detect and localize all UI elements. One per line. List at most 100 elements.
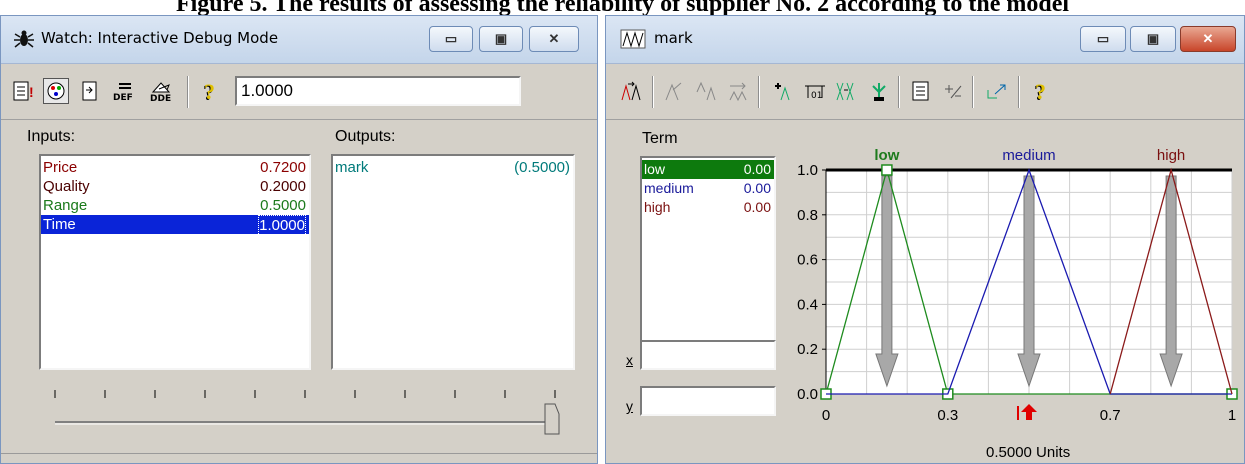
mark-titlebar[interactable]: mark ▭ ▣ ✕: [606, 16, 1244, 64]
term-row[interactable]: low 0.00: [642, 160, 774, 179]
mark-title: mark: [654, 29, 693, 47]
term-values-icon: 01: [805, 85, 825, 101]
slider-track: [54, 390, 560, 435]
membership-function-icon: [620, 29, 646, 49]
document-icon: [912, 81, 929, 101]
status-bar: [1, 453, 597, 463]
split-term-button[interactable]: [834, 78, 860, 104]
inputs-label: Inputs:: [27, 128, 76, 145]
output-row[interactable]: mark (0.5000): [333, 158, 573, 177]
term-value: 0.00: [743, 180, 771, 196]
input-row[interactable]: Quality 0.2000: [41, 177, 309, 196]
y-field[interactable]: [640, 386, 776, 416]
plus-minus-icon: [945, 85, 962, 99]
value-marker[interactable]: [1021, 404, 1037, 420]
minimize-button[interactable]: ▭: [429, 26, 473, 52]
term-list[interactable]: low 0.00 medium 0.00 high 0.00: [640, 156, 776, 344]
help-button[interactable]: ??: [197, 78, 223, 104]
link-arrow-icon: [987, 84, 1006, 99]
maximize-icon: ▣: [1146, 31, 1160, 46]
term-name: medium: [644, 180, 694, 196]
close-button[interactable]: ✕: [1180, 26, 1236, 52]
output-value: (0.5000): [514, 159, 570, 176]
outputs-list[interactable]: mark (0.5000): [331, 154, 575, 370]
edit-term-button[interactable]: [662, 78, 688, 104]
series-point[interactable]: [881, 164, 893, 176]
edit-term-icon: [665, 82, 682, 101]
term-row[interactable]: high 0.00: [642, 198, 774, 217]
units-label: 0.5000 Units: [986, 444, 1071, 461]
value-slider[interactable]: [51, 384, 561, 444]
term-label-low: low: [874, 147, 899, 164]
dde-icon: DDE: [150, 82, 171, 102]
bug-icon: [14, 30, 34, 48]
term-label-medium: medium: [1002, 147, 1055, 164]
input-value: 0.7200: [260, 159, 306, 176]
watch-title: Watch: Interactive Debug Mode: [41, 29, 279, 47]
link-button[interactable]: [984, 78, 1010, 104]
plus-minus-button[interactable]: [940, 78, 966, 104]
y-tick-label: 0.4: [797, 296, 818, 313]
add-point-button[interactable]: [770, 78, 796, 104]
input-name: Quality: [43, 178, 90, 195]
value-field[interactable]: 1.0000: [235, 76, 521, 106]
membership-chart[interactable]: 0.0 0.2 0.4 0.6 0.8 1.0 0 0.3 0.7 1 low medium high: [778, 128, 1238, 446]
input-value: 1.0000: [258, 215, 306, 236]
toolbar-separator: [652, 76, 654, 108]
x-tick-label: 0.3: [937, 407, 958, 424]
report-button[interactable]: !: [11, 78, 37, 104]
mark-toolbar: 01 ??: [606, 64, 1244, 120]
value-field-text: 1.0000: [241, 81, 293, 100]
y-tick-label: 0.2: [797, 341, 818, 358]
term-label-high: high: [1157, 147, 1185, 164]
maximize-icon: ▣: [494, 31, 508, 46]
watch-mode-button[interactable]: [43, 78, 69, 104]
input-name: Time: [43, 216, 76, 233]
input-row[interactable]: Time 1.0000: [41, 215, 309, 236]
dde-button[interactable]: DDE: [147, 78, 177, 104]
plant-term-button[interactable]: [866, 78, 892, 104]
text-view-button[interactable]: [908, 78, 934, 104]
x-tick-label: 1: [1228, 407, 1236, 424]
watch-window: Watch: Interactive Debug Mode ▭ ▣ ✕ ! DE…: [0, 15, 598, 464]
close-icon: ✕: [1202, 31, 1214, 46]
svg-text:DDE: DDE: [150, 94, 171, 102]
term-name: high: [644, 199, 671, 215]
input-row[interactable]: Price 0.7200: [41, 158, 309, 177]
slider-thumb[interactable]: [544, 403, 560, 435]
maximize-button[interactable]: ▣: [1130, 26, 1176, 52]
input-row[interactable]: Range 0.5000: [41, 196, 309, 215]
svg-text:?: ?: [204, 79, 215, 103]
toolbar-separator: [1018, 76, 1020, 108]
shift-term-button[interactable]: [618, 78, 644, 104]
maximize-button[interactable]: ▣: [479, 26, 523, 52]
input-value: 0.5000: [260, 197, 306, 214]
plant-icon: [872, 83, 886, 101]
mark-window: mark ▭ ▣ ✕ 01 ?? Term low 0.00 medium 0.00 h…: [605, 15, 1245, 464]
convert-term-button[interactable]: [694, 78, 720, 104]
question-mark-icon: ??: [203, 79, 215, 103]
term-value: 0.00: [743, 199, 771, 215]
close-icon: ✕: [548, 31, 560, 46]
y-tick-label: 0.6: [797, 252, 818, 269]
svg-text:01: 01: [811, 91, 822, 101]
output-name: mark: [335, 159, 369, 176]
document-icon: [82, 81, 97, 101]
shift-term-icon: [621, 81, 641, 101]
add-point-icon: [775, 83, 790, 101]
term-values-button[interactable]: 01: [802, 78, 828, 104]
term-name: low: [644, 161, 666, 177]
def-button[interactable]: DEF: [111, 78, 141, 104]
x-field[interactable]: [640, 340, 776, 370]
term-row[interactable]: medium 0.00: [642, 179, 774, 198]
convert-term-icon: [696, 81, 716, 101]
inputs-list[interactable]: Price 0.7200 Quality 0.2000 Range 0.5000 Time 1…: [39, 154, 311, 370]
watch-toolbar: ! DEF DDE ?? 1.0000: [1, 64, 597, 120]
x-label: x: [626, 352, 633, 368]
shape-term-button[interactable]: [726, 78, 752, 104]
help-button[interactable]: ??: [1028, 78, 1054, 104]
close-button[interactable]: ✕: [529, 26, 579, 52]
watch-titlebar[interactable]: Watch: Interactive Debug Mode ▭ ▣ ✕: [1, 16, 597, 64]
minimize-button[interactable]: ▭: [1080, 26, 1126, 52]
import-button[interactable]: [77, 78, 103, 104]
